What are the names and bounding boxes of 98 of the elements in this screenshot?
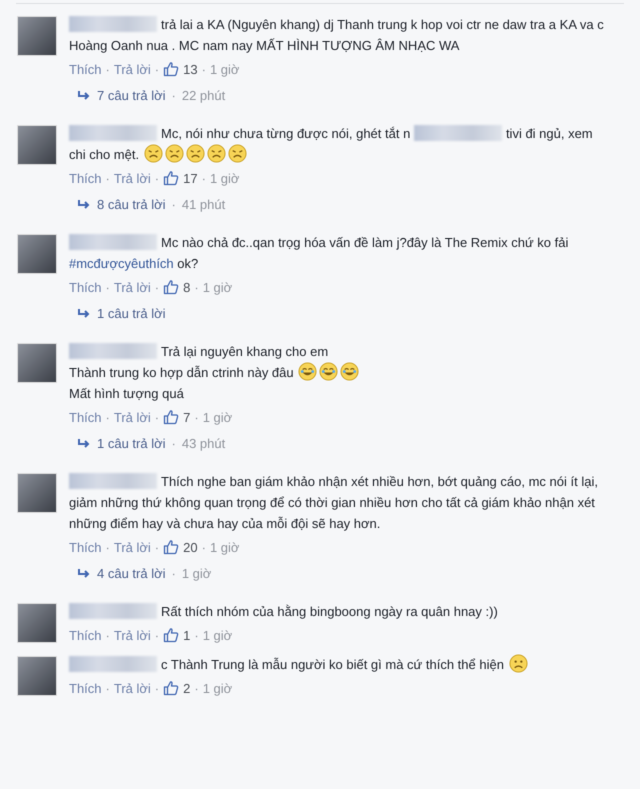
separator-dot: · <box>194 410 199 424</box>
reply-link[interactable]: Trả lời <box>114 680 151 696</box>
separator-dot: · <box>154 628 160 642</box>
avatar-photo <box>17 343 57 383</box>
separator-dot: · <box>202 540 206 554</box>
separator-dot: · <box>194 280 199 294</box>
replies-link[interactable]: 7 câu trả lời <box>97 88 166 103</box>
reply-link[interactable]: Trả lời <box>114 410 151 424</box>
comment-time: 1 giờ <box>210 540 240 554</box>
reply-arrow-icon <box>77 90 91 102</box>
like-link[interactable]: Thích <box>69 628 102 642</box>
comment-text: Thích nghe ban giám khảo nhận xét nhiều hơn, bớt quảng cáo, mc nói ít lại, giảm những thứ không quan trọng để có thời gian nhiều hơn cho tất cả giám khảo nhận xét những điểm hay và chưa hay của mỗi đội sẽ hay hơn. <box>69 472 599 533</box>
reply-time: 41 phút <box>182 197 226 212</box>
separator-dot: · <box>194 680 199 696</box>
reply-link[interactable]: Trả lời <box>114 170 151 186</box>
weary-face-icon <box>206 144 226 163</box>
reply-arrow-icon <box>77 308 91 320</box>
avatar-photo <box>17 16 57 56</box>
thumbs-up-icon <box>163 680 180 696</box>
replies-link[interactable]: 1 câu trả lời <box>97 436 166 451</box>
separator-dot: · <box>202 170 206 186</box>
reply-arrow-icon <box>77 568 91 580</box>
separator-dot: · <box>106 628 110 642</box>
reply-time: 22 phút <box>182 88 226 103</box>
hashtag-link[interactable]: #mcđượcyêuthích <box>69 256 174 271</box>
thumbs-up-icon <box>163 279 180 295</box>
separator-dot: · <box>154 280 160 294</box>
weary-face-icon <box>186 144 205 163</box>
thumbs-up-icon <box>163 539 180 555</box>
avatar-photo <box>17 234 57 274</box>
separator-dot: · <box>106 170 110 186</box>
comment-text: Trả lại nguyên khang cho em Thành trung ko hợp dẫn ctrinh này đâu Mất hình tượng quá <box>69 341 610 404</box>
separator-dot: · <box>154 540 160 554</box>
like-count: 20 <box>183 540 198 554</box>
laughing-face-icon <box>298 362 318 381</box>
comment-time: 1 giờ <box>210 170 240 186</box>
separator-dot: · <box>154 680 160 696</box>
like-link[interactable]: Thích <box>69 170 102 186</box>
like-link[interactable]: Thích <box>69 540 102 554</box>
like-link[interactable]: Thích <box>69 280 102 294</box>
reply-time: 43 phút <box>182 436 226 451</box>
separator-dot: · <box>154 62 160 76</box>
like-link[interactable]: Thích <box>69 62 102 76</box>
comment-text: trả lai a KA (Nguyên khang) dj Thanh trung k hop voi ctr ne daw tra a KA va c Hoàng Oanh nua . MC nam nay MẤT HÌNH TƯỢNG ÂM NHẠC WA <box>69 15 605 55</box>
replies-link[interactable]: 1 câu trả lời <box>97 306 166 321</box>
separator-dot: · <box>106 280 110 294</box>
comment-text: Rất thích nhóm của hằng bingboong ngày ra quân hnay :)) <box>69 601 610 622</box>
comment-time: 1 giờ <box>202 280 232 294</box>
like-link[interactable]: Thích <box>69 680 102 696</box>
separator-dot: · <box>194 628 199 642</box>
comment-time: 1 giờ <box>210 62 240 76</box>
replies-link[interactable]: 8 câu trả lời <box>97 197 166 212</box>
separator-dot: · <box>106 540 110 554</box>
avatar-photo <box>17 603 57 643</box>
like-count: 1 <box>183 628 190 642</box>
thumbs-up-icon <box>163 409 180 425</box>
comment-time: 1 giờ <box>202 410 232 424</box>
reply-link[interactable]: Trả lời <box>114 628 151 642</box>
separator-dot: · <box>172 197 176 212</box>
frown-face-icon <box>508 654 528 673</box>
thumbs-up-icon <box>163 170 180 186</box>
separator-dot: · <box>172 436 176 451</box>
reply-arrow-icon <box>77 198 91 210</box>
thumbs-up-icon <box>163 61 180 77</box>
separator-dot: · <box>154 410 160 424</box>
weary-face-icon <box>164 144 184 163</box>
laughing-face-icon <box>340 362 360 381</box>
replies-link[interactable]: 4 câu trả lời <box>97 566 166 581</box>
separator-dot: · <box>106 62 110 76</box>
like-count: 13 <box>183 62 198 76</box>
comment-text: c Thành Trung là mẫu người ko biết gì mà cứ thích thể hiện <box>69 654 610 675</box>
comment-text: Mc nào chả đc..qan trọg hóa vấn đề làm j?đây là The Remix chứ ko fải #mcđượcyêuthích ok? <box>69 233 570 273</box>
comment-time: 1 giờ <box>202 680 232 696</box>
separator-dot: · <box>172 88 176 103</box>
laughing-face-icon <box>319 362 338 381</box>
separator-dot: · <box>106 680 110 696</box>
like-count: 17 <box>183 170 198 186</box>
thumbs-up-icon <box>163 627 180 643</box>
like-count: 2 <box>183 680 190 696</box>
separator-dot: · <box>172 566 176 581</box>
reply-link[interactable]: Trả lời <box>114 280 151 294</box>
separator-dot: · <box>202 62 206 76</box>
like-count: 7 <box>183 410 190 424</box>
like-count: 8 <box>183 280 190 294</box>
weary-face-icon <box>228 144 247 163</box>
like-link[interactable]: Thích <box>69 410 102 424</box>
reply-link[interactable]: Trả lời <box>114 540 151 554</box>
comment-time: 1 giờ <box>202 628 232 642</box>
avatar-photo <box>17 656 57 696</box>
weary-face-icon <box>144 144 163 163</box>
reply-link[interactable]: Trả lời <box>114 62 151 76</box>
separator-dot: · <box>106 410 110 424</box>
avatar-photo <box>17 125 57 165</box>
comment-text: Mc, nói như chưa từng được nói, ghét tắt n tivi đi ngủ, xem chi cho mệt. <box>69 124 594 165</box>
avatar-photo <box>17 473 57 513</box>
reply-time: 1 giờ <box>182 566 212 581</box>
separator-dot: · <box>154 170 160 186</box>
reply-arrow-icon <box>77 438 91 450</box>
